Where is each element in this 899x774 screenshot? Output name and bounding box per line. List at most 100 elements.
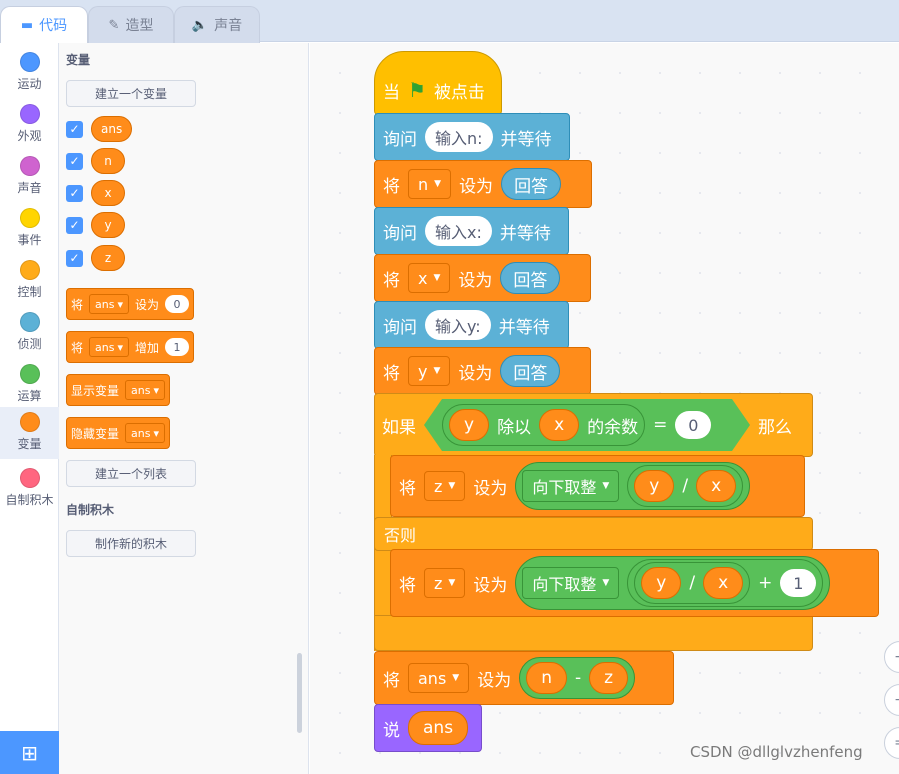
variable-reporter[interactable]: x xyxy=(539,409,579,441)
tab-costumes[interactable]: ✎ 造型 xyxy=(88,6,174,43)
ask-and-wait-block[interactable]: 询问 输入n: 并等待 xyxy=(374,113,570,161)
zoom-reset-icon[interactable]: = xyxy=(884,727,899,759)
make-variable-button[interactable]: 建立一个变量 xyxy=(66,80,196,107)
variable-reporter[interactable]: ans xyxy=(408,711,469,745)
dropdown-value: ans xyxy=(95,297,115,311)
palette-scrollbar[interactable] xyxy=(297,653,302,733)
make-list-button[interactable]: 建立一个列表 xyxy=(66,460,196,487)
set-variable-block[interactable]: 将 y ▼ 设为 回答 xyxy=(374,347,591,395)
variable-reporter[interactable]: y xyxy=(91,212,125,238)
variable-dropdown[interactable]: n ▼ xyxy=(408,169,452,199)
set-variable-block[interactable]: 将 z ▼ 设为 向下取整 ▼ y / x + 1 xyxy=(390,549,879,617)
checkbox[interactable]: ✓ xyxy=(66,216,83,234)
dropdown-value: y xyxy=(418,361,428,381)
function-dropdown[interactable]: 向下取整 ▼ xyxy=(522,470,620,502)
answer-reporter[interactable]: 回答 xyxy=(500,262,561,294)
value-input[interactable]: 1 xyxy=(165,338,190,356)
variable-reporter[interactable]: n xyxy=(526,662,567,694)
speaker-icon: 🔈 xyxy=(191,17,209,33)
set-variable-block[interactable]: 将 x ▼ 设为 回答 xyxy=(374,254,591,302)
variable-dropdown[interactable]: ans ▼ xyxy=(408,663,470,693)
add-extension-button[interactable]: ⊞ xyxy=(0,731,59,774)
prompt-input[interactable]: 输入x: xyxy=(425,216,492,246)
variable-dropdown[interactable]: ans ▾ xyxy=(89,337,129,357)
ask-and-wait-block[interactable]: 询问 输入y: 并等待 xyxy=(374,301,569,349)
math-op-reporter[interactable]: 向下取整 ▼ y / x + 1 xyxy=(515,556,831,610)
mod-operator[interactable]: y 除以 x 的余数 xyxy=(442,404,645,446)
value-input[interactable]: 0 xyxy=(675,411,711,439)
variable-dropdown[interactable]: z ▼ xyxy=(424,568,466,598)
category-operators[interactable]: 运算 xyxy=(0,359,59,411)
divide-operator[interactable]: y / x xyxy=(627,465,744,507)
block-text: / xyxy=(682,476,689,496)
category-events[interactable]: 事件 xyxy=(0,203,59,255)
zoom-out-icon[interactable]: − xyxy=(884,684,899,716)
variable-dropdown[interactable]: ans ▾ xyxy=(125,380,165,400)
checkbox[interactable]: ✓ xyxy=(66,184,83,202)
answer-reporter[interactable]: 回答 xyxy=(500,355,561,387)
script-area[interactable]: 当 ⚑ 被点击 询问 输入n: 并等待 将 n ▼ 设为 回答 询问 输入x: 并… xyxy=(310,43,899,774)
hide-variable-block[interactable]: 隐藏变量 ans ▾ xyxy=(66,417,170,449)
prompt-input[interactable]: 输入n: xyxy=(425,122,493,152)
category-sound[interactable]: 声音 xyxy=(0,151,59,203)
divide-operator[interactable]: y / x xyxy=(634,562,751,604)
variable-reporter[interactable]: z xyxy=(589,662,629,694)
checkbox[interactable]: ✓ xyxy=(66,120,83,138)
checkbox[interactable]: ✓ xyxy=(66,152,83,170)
ask-and-wait-block[interactable]: 询问 输入x: 并等待 xyxy=(374,207,569,255)
block-text: / xyxy=(689,573,696,593)
math-op-reporter[interactable]: 向下取整 ▼ y / x xyxy=(515,462,751,510)
variable-reporter[interactable]: x xyxy=(696,470,737,502)
variable-dropdown[interactable]: x ▼ xyxy=(408,263,451,293)
checkbox[interactable]: ✓ xyxy=(66,249,83,267)
set-variable-block[interactable]: 将 ans ▾ 设为 0 xyxy=(66,288,195,320)
variable-reporter[interactable]: x xyxy=(91,180,125,206)
prompt-input[interactable]: 输入y: xyxy=(425,310,491,340)
set-variable-block[interactable]: 将 z ▼ 设为 向下取整 ▼ y / x xyxy=(390,455,805,517)
value-input[interactable]: 1 xyxy=(780,569,817,597)
subtract-operator[interactable]: n - z xyxy=(519,657,636,699)
variable-reporter[interactable]: x xyxy=(703,567,744,599)
set-variable-block[interactable]: 将 ans ▼ 设为 n - z xyxy=(374,651,674,705)
block-text: 并等待 xyxy=(498,317,550,338)
variable-reporter[interactable]: n xyxy=(91,148,125,174)
category-looks[interactable]: 外观 xyxy=(0,99,59,151)
show-variable-block[interactable]: 显示变量 ans ▾ xyxy=(66,374,170,406)
make-block-button[interactable]: 制作新的积木 xyxy=(66,530,196,557)
category-label: 变量 xyxy=(17,437,42,451)
variable-reporter[interactable]: ans xyxy=(91,116,133,142)
variable-dropdown[interactable]: ans ▾ xyxy=(125,423,165,443)
variable-reporter[interactable]: y xyxy=(634,470,675,502)
green-flag-icon: ⚑ xyxy=(408,78,426,102)
chevron-down-icon: ▼ xyxy=(602,578,610,588)
palette-section-title: 自制积木 xyxy=(66,503,115,517)
add-operator[interactable]: y / x + 1 xyxy=(627,559,824,607)
block-text: 询问 xyxy=(383,223,417,244)
when-flag-clicked-block[interactable]: 当 ⚑ 被点击 xyxy=(374,51,502,115)
category-motion[interactable]: 运动 xyxy=(0,47,59,99)
category-control[interactable]: 控制 xyxy=(0,255,59,307)
equals-condition[interactable]: y 除以 x 的余数 = 0 xyxy=(424,399,750,451)
dropdown-value: z xyxy=(434,476,443,496)
function-dropdown[interactable]: 向下取整 ▼ xyxy=(522,567,620,599)
category-variables[interactable]: 变量 xyxy=(0,407,59,459)
block-text: 设为 xyxy=(459,176,494,197)
block-text: + xyxy=(758,573,773,593)
tab-sounds[interactable]: 🔈 声音 xyxy=(174,6,260,43)
variable-dropdown[interactable]: y ▼ xyxy=(408,356,451,386)
category-my-blocks[interactable]: 自制积木 xyxy=(0,463,59,515)
category-sensing[interactable]: 侦测 xyxy=(0,307,59,359)
dropdown-value: 向下取整 xyxy=(532,575,597,594)
zoom-in-icon[interactable]: + xyxy=(884,641,899,673)
variable-dropdown[interactable]: ans ▾ xyxy=(89,294,129,314)
change-variable-block[interactable]: 将 ans ▾ 增加 1 xyxy=(66,331,195,363)
variable-reporter[interactable]: y xyxy=(449,409,489,441)
value-input[interactable]: 0 xyxy=(165,295,190,313)
say-block[interactable]: 说 ans xyxy=(374,704,482,752)
variable-dropdown[interactable]: z ▼ xyxy=(424,471,466,501)
set-variable-block[interactable]: 将 n ▼ 设为 回答 xyxy=(374,160,592,208)
tab-code[interactable]: ▬ 代码 xyxy=(0,6,88,43)
answer-reporter[interactable]: 回答 xyxy=(501,168,562,200)
variable-reporter[interactable]: y xyxy=(641,567,682,599)
variable-reporter[interactable]: z xyxy=(91,245,125,271)
